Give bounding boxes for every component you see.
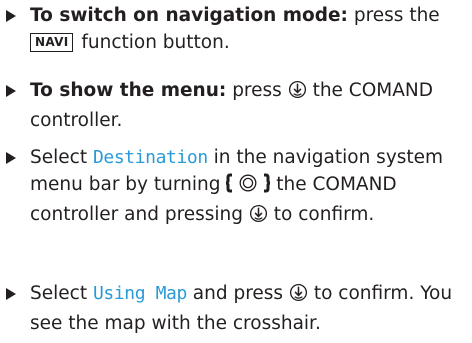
step-text: to confirm. [267,204,375,225]
navi-key-label: NAVI [30,33,74,52]
press-controller-icon [289,283,308,310]
step-text: function button. [75,32,230,53]
softkey-using-map: Using Map [92,283,187,304]
turn-controller-icon [225,173,272,201]
step-text: press the [347,5,440,26]
step-text: Select [30,283,93,304]
instruction-step-navigation-mode: To switch on navigation mode: press the … [6,2,468,56]
instruction-step-show-menu: To show the menu: press the COMAND contr… [6,77,468,134]
triangle-bullet-icon [6,10,16,22]
manual-page: To switch on navigation mode: press the … [0,0,472,343]
step-text: press [226,80,288,101]
softkey-destination: Destination [92,147,208,168]
step-text: Select [30,147,93,168]
triangle-bullet-icon [6,288,16,300]
step-heading: To switch on navigation mode: [30,5,348,26]
step-heading: To show the menu: [30,80,227,101]
instruction-step-select-destination: Select Destination in the navigation sys… [6,144,468,231]
press-controller-icon [249,204,268,231]
step-text: and press [186,283,289,304]
triangle-bullet-icon [6,85,16,97]
triangle-bullet-icon [6,152,16,164]
instruction-step-using-map: Select Using Map and press to confirm. Y… [6,280,468,337]
press-controller-icon [288,80,307,107]
